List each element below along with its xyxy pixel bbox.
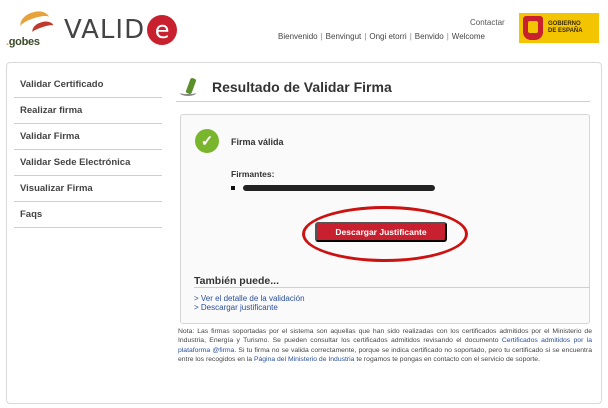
lang-ca-link[interactable]: Benvingut bbox=[326, 32, 362, 41]
divider bbox=[194, 287, 590, 288]
sidebar-item-realizar-firma[interactable]: Realizar firma bbox=[14, 98, 162, 124]
gobierno-espana-logo[interactable]: GOBIERNO DE ESPAÑA bbox=[519, 13, 599, 43]
sidebar-item-validar-certificado[interactable]: Validar Certificado bbox=[14, 72, 162, 98]
sidebar-nav: Validar Certificado Realizar firma Valid… bbox=[14, 72, 162, 228]
download-justificante-button[interactable]: Descargar Justificante bbox=[315, 222, 447, 242]
header: .gobes VALID e Contactar Bienvenido | Benv… bbox=[0, 0, 608, 56]
valide-logo[interactable]: VALID e bbox=[64, 14, 178, 46]
check-circle-icon: ✓ bbox=[195, 129, 219, 153]
square-bullet-icon bbox=[231, 186, 235, 190]
footnote: Nota: Las firmas soportadas por el siste… bbox=[178, 328, 592, 364]
lang-es-link[interactable]: Bienvenido bbox=[278, 32, 318, 41]
sidebar-item-visualizar-firma[interactable]: Visualizar Firma bbox=[14, 176, 162, 202]
gov-logo-text: GOBIERNO DE ESPAÑA bbox=[548, 21, 583, 34]
also-heading: También puede... bbox=[194, 275, 279, 287]
separator: | bbox=[446, 32, 449, 41]
gob-es-logo[interactable]: .gobes bbox=[6, 7, 58, 52]
separator: | bbox=[364, 32, 367, 41]
sidebar-item-validar-firma[interactable]: Validar Firma bbox=[14, 124, 162, 150]
sidebar-item-faqs[interactable]: Faqs bbox=[14, 202, 162, 228]
valide-logo-text: VALID bbox=[64, 15, 146, 45]
contact-link[interactable]: Contactar bbox=[470, 18, 505, 27]
language-selector: Bienvenido | Benvingut | Ongi etorri | Benvido… bbox=[278, 32, 485, 41]
separator: | bbox=[320, 32, 323, 41]
coat-of-arms-icon bbox=[523, 16, 543, 40]
valide-logo-e: e bbox=[147, 15, 178, 45]
gob-es-logo-text: .gobes bbox=[6, 36, 40, 48]
status-text: Firma válida bbox=[231, 137, 284, 147]
lang-en-link[interactable]: Welcome bbox=[452, 32, 485, 41]
download-justificante-link[interactable]: > Descargar justificante bbox=[194, 303, 278, 312]
separator: | bbox=[409, 32, 412, 41]
sidebar-item-validar-sede[interactable]: Validar Sede Electrónica bbox=[14, 150, 162, 176]
lang-eu-link[interactable]: Ongi etorri bbox=[369, 32, 406, 41]
view-validation-detail-link[interactable]: > Ver el detalle de la validación bbox=[194, 294, 305, 303]
lang-gl-link[interactable]: Benvido bbox=[415, 32, 444, 41]
page-title: Resultado de Validar Firma bbox=[212, 78, 392, 95]
signers-label: Firmantes: bbox=[231, 169, 275, 179]
ministerio-industria-link[interactable]: Página del Ministerio de Industria bbox=[254, 356, 355, 363]
signature-pen-icon bbox=[180, 76, 202, 98]
page-header: Resultado de Validar Firma bbox=[176, 72, 590, 102]
redacted-signer-name bbox=[243, 185, 435, 191]
